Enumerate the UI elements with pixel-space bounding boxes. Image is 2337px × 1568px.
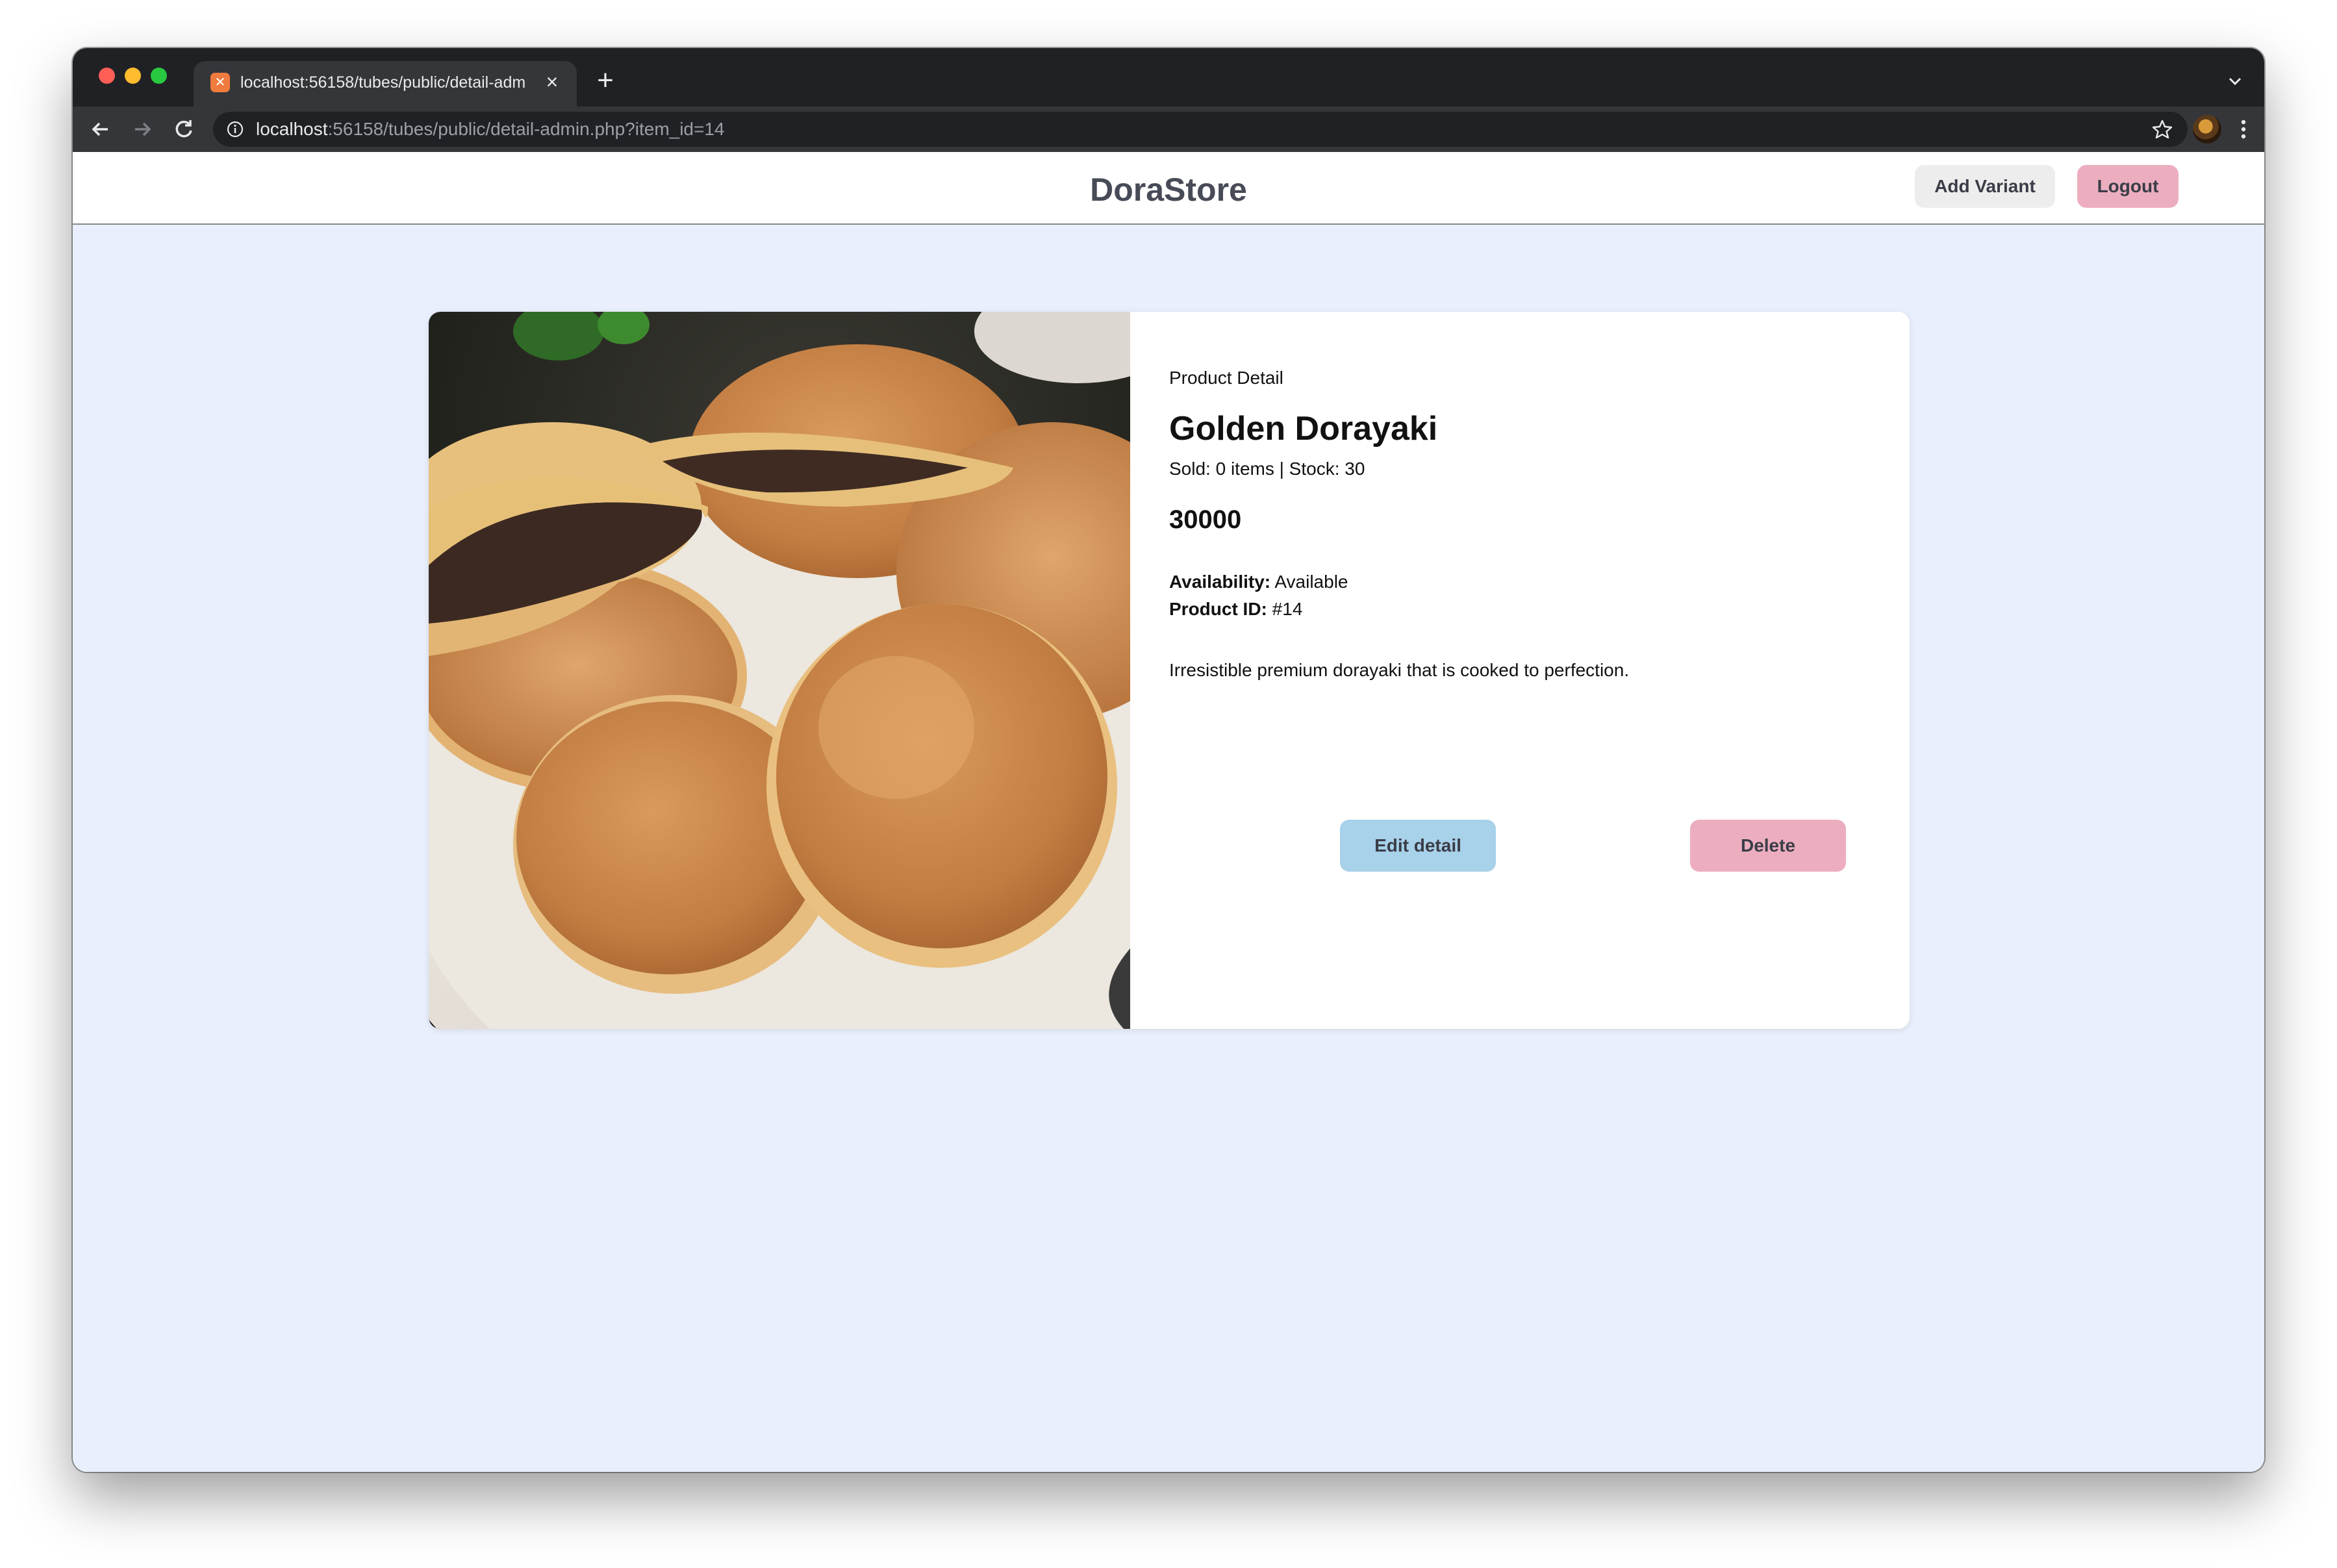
section-label: Product Detail — [1169, 368, 1283, 388]
forward-arrow-icon[interactable] — [129, 116, 156, 143]
browser-tab-active[interactable]: ✕ localhost:56158/tubes/public/detail-ad… — [194, 61, 577, 107]
url-text[interactable]: localhost:56158/tubes/public/detail-admi… — [256, 118, 725, 140]
product-id-value: #14 — [1272, 599, 1303, 619]
logout-button[interactable]: Logout — [2077, 165, 2179, 208]
product-description: Irresistible premium dorayaki that is co… — [1169, 660, 1630, 680]
reload-icon[interactable] — [170, 116, 197, 143]
close-window-button[interactable] — [99, 68, 115, 84]
tab-close-icon[interactable]: × — [540, 70, 564, 94]
tab-strip: ✕ localhost:56158/tubes/public/detail-ad… — [73, 48, 2264, 107]
edit-detail-button[interactable]: Edit detail — [1340, 820, 1496, 872]
product-price: 30000 — [1169, 505, 1242, 534]
site-header: DoraStore Add Variant Logout — [73, 152, 2264, 225]
browser-window: ✕ localhost:56158/tubes/public/detail-ad… — [73, 48, 2264, 1472]
tab-title: localhost:56158/tubes/public/detail-admi… — [240, 73, 526, 92]
site-info-icon[interactable] — [226, 120, 244, 138]
minimize-window-button[interactable] — [125, 68, 141, 84]
back-arrow-icon[interactable] — [87, 116, 114, 143]
product-id-line: Product ID: #14 — [1169, 599, 1302, 620]
delete-button[interactable]: Delete — [1690, 820, 1846, 872]
profile-avatar[interactable] — [2193, 115, 2221, 144]
product-id-label: Product ID: — [1169, 599, 1267, 619]
product-name: Golden Dorayaki — [1169, 410, 1438, 448]
sold-stock-text: Sold: 0 items | Stock: 30 — [1169, 459, 1365, 479]
new-tab-icon[interactable]: + — [592, 66, 618, 95]
availability-value: Available — [1274, 572, 1348, 592]
availability-label: Availability: — [1169, 572, 1271, 592]
product-image — [429, 312, 1130, 1029]
product-card: Product Detail Golden Dorayaki Sold: 0 i… — [429, 312, 1910, 1029]
tab-search-chevron-icon[interactable] — [2225, 71, 2245, 91]
browser-menu-icon[interactable] — [2230, 116, 2256, 143]
url-path: :56158/tubes/public/detail-admin.php?ite… — [327, 119, 725, 139]
page-viewport: DoraStore Add Variant Logout Product Det… — [73, 152, 2264, 1472]
url-host: localhost — [256, 119, 328, 139]
address-bar[interactable]: localhost:56158/tubes/public/detail-admi… — [213, 112, 2188, 147]
browser-toolbar: localhost:56158/tubes/public/detail-admi… — [73, 107, 2264, 152]
maximize-window-button[interactable] — [151, 68, 167, 84]
availability-line: Availability: Available — [1169, 572, 1348, 592]
bookmark-star-icon[interactable] — [2151, 118, 2173, 140]
xampp-favicon-icon: ✕ — [210, 73, 230, 92]
add-variant-button[interactable]: Add Variant — [1915, 165, 2055, 208]
